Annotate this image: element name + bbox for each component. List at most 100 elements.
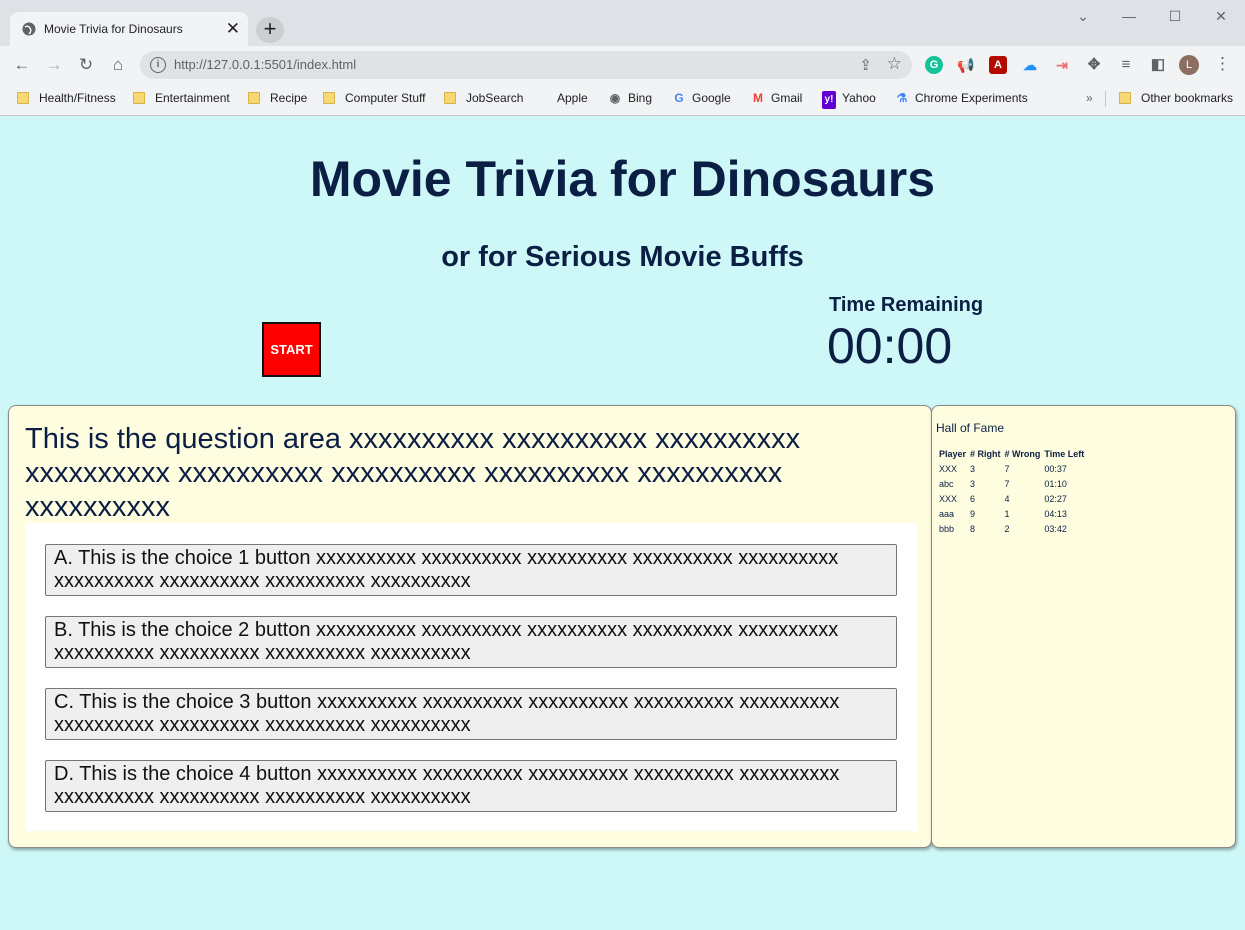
flask-icon: ⚗ xyxy=(896,91,908,105)
bookmark-label: Gmail xyxy=(771,91,803,105)
table-cell: 01:10 xyxy=(1044,478,1067,489)
question-panel: This is the question area xxxxxxxxxx xxx… xyxy=(8,405,932,848)
cloud-icon[interactable]: ☁ xyxy=(1021,56,1039,74)
page-subtitle: or for Serious Movie Buffs xyxy=(441,241,804,273)
column-header: Time Left xyxy=(1044,449,1085,459)
bookmark-other-bookmarks[interactable]: Other bookmarks xyxy=(1119,89,1233,107)
question-text: This is the question area xxxxxxxxxx xxx… xyxy=(25,423,801,523)
bookmark-chrome-experiments[interactable]: ⚗ Chrome Experiments xyxy=(895,89,1028,107)
bookmark-label: Yahoo xyxy=(842,91,876,105)
new-tab-button[interactable]: + xyxy=(256,17,284,43)
choice-a-button[interactable]: A. This is the choice 1 button xxxxxxxxx… xyxy=(45,544,897,596)
google-icon: G xyxy=(674,91,684,105)
bookmark-label: Apple xyxy=(557,91,588,105)
bookmark-apple[interactable]: Apple xyxy=(537,89,588,107)
table-cell: 03:42 xyxy=(1044,523,1067,534)
table-cell: abc xyxy=(939,478,954,489)
table-cell: 1 xyxy=(1004,508,1010,519)
column-header: Player xyxy=(939,449,967,459)
folder-icon xyxy=(133,92,145,104)
browser-chrome: Movie Trivia for Dinosaurs ✕ + ⌄ — ☐ ✕ ←… xyxy=(0,0,1245,116)
bookmark-bing[interactable]: ◉ Bing xyxy=(608,89,652,107)
yahoo-icon: y! xyxy=(822,91,836,109)
timer-value: 00:00 xyxy=(827,318,953,374)
timer-label: Time Remaining xyxy=(829,294,984,316)
table-cell: 00:37 xyxy=(1044,463,1067,474)
table-cell: 7 xyxy=(1004,478,1010,489)
choice-c-button[interactable]: C. This is the choice 3 button xxxxxxxxx… xyxy=(45,688,897,740)
bookmark-label: JobSearch xyxy=(466,91,524,105)
table-cell: XXX xyxy=(939,463,958,474)
table-cell: XXX xyxy=(939,493,958,504)
cast-icon[interactable]: ⇥ xyxy=(1053,56,1071,74)
table-cell: 4 xyxy=(1004,493,1010,504)
table-cell: 02:27 xyxy=(1044,493,1067,504)
bookmark-label: Bing xyxy=(628,91,653,105)
megaphone-icon[interactable]: 📢 xyxy=(957,56,975,74)
bookmark-gmail[interactable]: M Gmail xyxy=(751,89,802,107)
table-cell: 3 xyxy=(970,478,976,489)
choice-b-button[interactable]: B. This is the choice 2 button xxxxxxxxx… xyxy=(45,616,897,668)
table-cell: 3 xyxy=(970,463,976,474)
bookmarks-bar: Health/Fitness Entertainment Recipe Comp… xyxy=(0,84,1245,112)
bookmark-jobsearch[interactable]: JobSearch xyxy=(444,89,523,107)
forward-arrow-icon[interactable]: → xyxy=(43,54,65,76)
folder-icon xyxy=(444,92,456,104)
bookmark-recipe[interactable]: Recipe xyxy=(248,89,307,107)
table-header-row: Player # Right # Wrong Time Left xyxy=(937,447,1086,461)
reading-list-icon[interactable]: ≡ xyxy=(1117,56,1135,74)
table-row: XXX 6 4 02:27 xyxy=(937,491,1086,506)
bookmark-computer-stuff[interactable]: Computer Stuff xyxy=(323,89,425,107)
start-button[interactable]: START xyxy=(262,322,321,377)
table-cell: 8 xyxy=(970,523,976,534)
more-bookmarks-chevron-icon[interactable]: » xyxy=(1086,89,1093,107)
grammarly-icon[interactable]: G xyxy=(925,56,943,74)
bookmark-label: Google xyxy=(692,91,731,105)
window-close-icon[interactable]: ✕ xyxy=(1211,8,1231,24)
bookmark-label: Computer Stuff xyxy=(345,91,426,105)
table-cell: 9 xyxy=(970,508,976,519)
table-cell: 2 xyxy=(1004,523,1010,534)
folder-icon xyxy=(323,92,335,104)
maximize-icon[interactable]: ☐ xyxy=(1165,8,1185,24)
url-text[interactable]: http://127.0.0.1:5501/index.html xyxy=(174,57,356,72)
home-icon[interactable]: ⌂ xyxy=(107,54,129,76)
bookmark-label: Entertainment xyxy=(155,91,230,105)
bookmark-health-fitness[interactable]: Health/Fitness xyxy=(17,89,116,107)
bookmark-label: Recipe xyxy=(270,91,308,105)
bookmark-google[interactable]: G Google xyxy=(672,89,731,107)
bookmark-star-icon[interactable]: ☆ xyxy=(887,54,902,74)
profile-avatar[interactable]: L xyxy=(1179,55,1199,75)
folder-icon xyxy=(1119,92,1131,104)
hall-of-fame-title: Hall of Fame xyxy=(936,421,1005,435)
table-row: aaa 9 1 04:13 xyxy=(937,506,1086,521)
share-icon[interactable]: ⇪ xyxy=(859,56,872,74)
extensions-puzzle-icon[interactable]: ✥ xyxy=(1085,56,1103,74)
minimize-icon[interactable]: — xyxy=(1119,8,1139,24)
globe-icon: ◉ xyxy=(609,91,621,105)
back-arrow-icon[interactable]: ← xyxy=(11,54,33,76)
choices-area: A. This is the choice 1 button xxxxxxxxx… xyxy=(25,523,917,831)
bookmark-entertainment[interactable]: Entertainment xyxy=(133,89,230,107)
browser-tab[interactable]: Movie Trivia for Dinosaurs ✕ xyxy=(10,12,248,46)
hall-of-fame-panel: Hall of Fame Player # Right # Wrong Time… xyxy=(931,405,1236,848)
pdf-icon[interactable]: A xyxy=(989,56,1007,74)
table-cell: 04:13 xyxy=(1044,508,1067,519)
globe-icon xyxy=(22,22,36,36)
reload-icon[interactable]: ↻ xyxy=(75,54,97,76)
site-info-icon[interactable]: i xyxy=(150,57,166,73)
bookmark-yahoo[interactable]: y! Yahoo xyxy=(822,89,876,109)
chevron-down-icon[interactable]: ⌄ xyxy=(1073,8,1093,24)
bookmark-label: Chrome Experiments xyxy=(915,91,1028,105)
choice-d-button[interactable]: D. This is the choice 4 button xxxxxxxxx… xyxy=(45,760,897,812)
more-menu-icon[interactable]: ⋮ xyxy=(1214,54,1231,74)
close-tab-icon[interactable]: ✕ xyxy=(226,19,240,39)
table-row: abc 3 7 01:10 xyxy=(937,476,1086,491)
bookmarks-divider xyxy=(1105,91,1106,107)
address-bar[interactable]: i http://127.0.0.1:5501/index.html ⇪ ☆ xyxy=(140,51,912,79)
side-panel-icon[interactable]: ◧ xyxy=(1149,56,1167,74)
column-header: # Wrong xyxy=(1004,449,1041,459)
gmail-icon: M xyxy=(753,91,763,105)
bookmark-label: Other bookmarks xyxy=(1141,91,1234,105)
table-cell: 6 xyxy=(970,493,976,504)
